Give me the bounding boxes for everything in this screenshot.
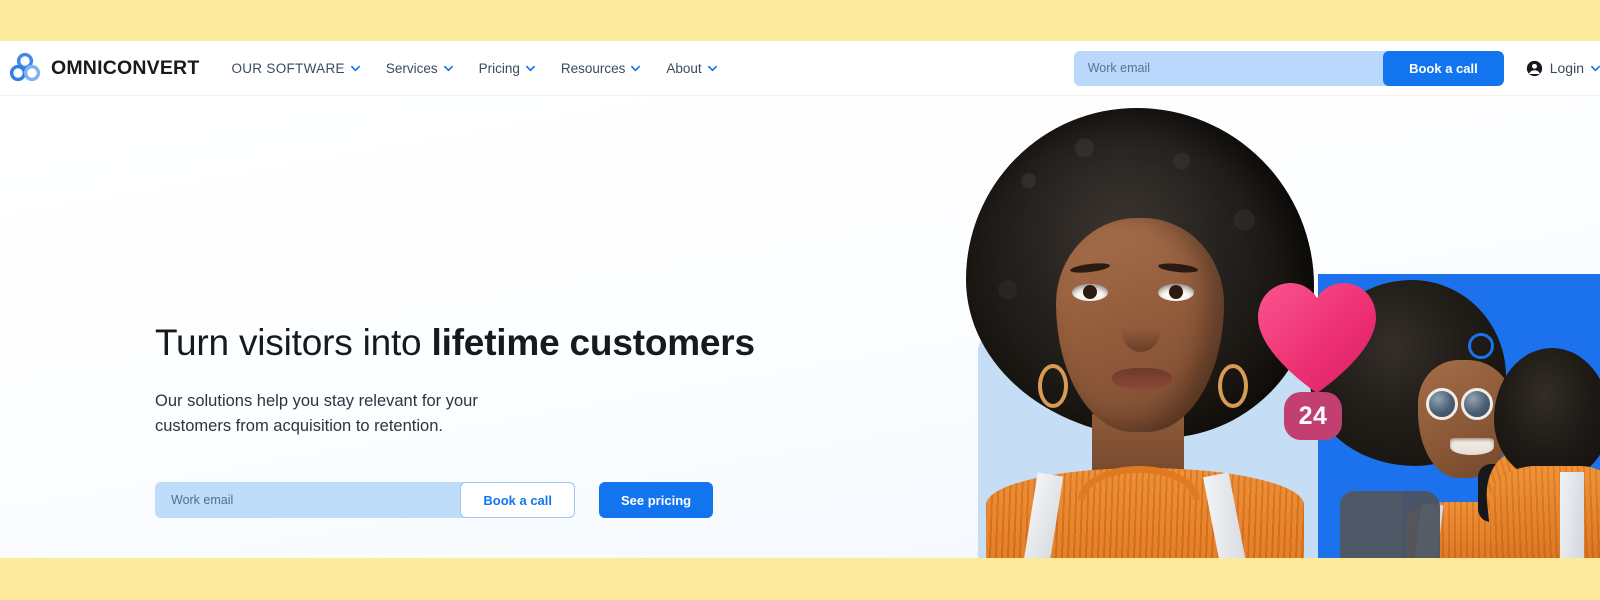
chevron-down-icon (1591, 65, 1600, 71)
chevron-down-icon (525, 65, 535, 71)
checklist-row (1468, 279, 1600, 305)
nav-item-about[interactable]: About (653, 61, 729, 76)
browser-top-band (0, 0, 1600, 41)
radio-circle-icon (1468, 279, 1494, 305)
nav-item-our-software[interactable]: OUR SOFTWARE (218, 61, 372, 76)
headline-bold: lifetime customers (431, 322, 756, 363)
account-circle-icon (1526, 60, 1542, 76)
hero-section: 24 Turn visitors into lifetime customers… (0, 96, 1600, 558)
hero-email-capture: Book a call (155, 482, 575, 518)
radio-circle-icon (1468, 333, 1494, 359)
heart-icon (1252, 279, 1382, 397)
pupil-right (1169, 285, 1183, 299)
brand-logo[interactable]: OMNICONVERT (8, 51, 199, 85)
hero-cta-row: Book a call See pricing (155, 482, 714, 518)
site-header: OMNICONVERT OUR SOFTWARE Services Pricin… (0, 41, 1600, 96)
nose (1122, 312, 1160, 352)
page-title: Turn visitors into lifetime customers (155, 322, 915, 365)
checklist-row (1468, 333, 1600, 359)
brand-name: OMNICONVERT (51, 56, 200, 79)
pupil-left (1083, 285, 1097, 299)
chevron-down-icon (443, 65, 453, 71)
dark-rounded-panel-overlay (1340, 491, 1402, 558)
subcopy-line-2: customers from acquisition to retention. (155, 417, 443, 436)
lips (1112, 368, 1172, 390)
earring-right (1218, 364, 1248, 408)
header-book-a-call-button[interactable]: Book a call (1383, 50, 1504, 86)
lens-left (1426, 388, 1458, 420)
chevron-down-icon (707, 65, 717, 71)
nav-item-pricing[interactable]: Pricing (466, 61, 548, 76)
login-label: Login (1549, 60, 1584, 76)
nav-label: Pricing (478, 60, 520, 76)
lens-right (1461, 388, 1493, 420)
nav-item-resources[interactable]: Resources (548, 61, 654, 76)
hero-copy: Turn visitors into lifetime customers Ou… (155, 322, 915, 440)
nav-label: OUR SOFTWARE (231, 60, 345, 76)
checklist-graphic (1468, 279, 1600, 387)
header-actions: Book a call Login (1073, 50, 1600, 86)
status-badge-count: 24 (1284, 392, 1342, 440)
hero-book-a-call-button[interactable]: Book a call (460, 482, 575, 518)
nav-label: About (666, 60, 702, 76)
main-navigation: OUR SOFTWARE Services Pricing Resources … (218, 61, 729, 76)
hero-subcopy: Our solutions help you stay relevant for… (155, 389, 535, 440)
nav-label: Resources (560, 60, 626, 76)
header-email-capture: Book a call (1073, 50, 1504, 86)
three-circles-logo-icon (8, 51, 42, 85)
chevron-down-icon (631, 65, 641, 71)
overall-strap (1560, 472, 1584, 558)
smile (1450, 438, 1494, 455)
nav-label: Services (385, 60, 438, 76)
earring-left (1038, 364, 1068, 408)
login-menu[interactable]: Login (1526, 60, 1600, 77)
subcopy-line-1: Our solutions help you stay relevant for… (155, 391, 478, 410)
browser-bottom-band (0, 558, 1600, 600)
headline-regular: Turn visitors into (155, 322, 432, 363)
nav-item-services[interactable]: Services (373, 61, 466, 76)
chevron-down-icon (350, 65, 360, 71)
see-pricing-button[interactable]: See pricing (599, 482, 714, 518)
